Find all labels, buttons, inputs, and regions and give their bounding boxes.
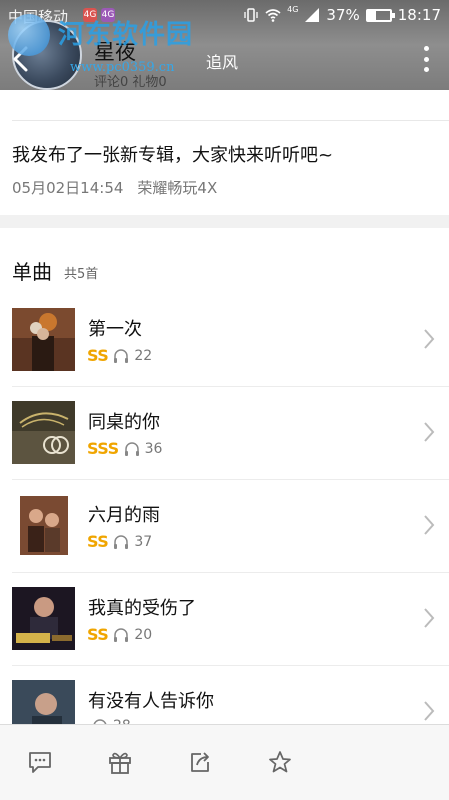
- battery-percent: 37%: [326, 6, 360, 24]
- follow-button[interactable]: 追风: [206, 49, 238, 73]
- profile-stats: 评论0 礼物0: [94, 75, 167, 90]
- more-dot-icon: [423, 46, 429, 51]
- song-meta: SS 22: [87, 346, 152, 365]
- song-row[interactable]: 同桌的你 SSS 36: [0, 387, 449, 480]
- chevron-right-icon: [424, 422, 435, 442]
- song-row[interactable]: 六月的雨 SS 37: [0, 480, 449, 573]
- back-button[interactable]: [10, 44, 32, 74]
- divider: [12, 120, 449, 121]
- more-options-button[interactable]: [416, 44, 436, 74]
- play-count: 22: [134, 347, 153, 364]
- quality-badge: SSS: [87, 439, 119, 458]
- gift-button[interactable]: [105, 747, 135, 777]
- comment-icon: [29, 752, 51, 773]
- play-count: 20: [134, 626, 153, 643]
- chevron-right-icon: [424, 329, 435, 349]
- song-meta: SS 20: [87, 625, 152, 644]
- battery-icon: [365, 8, 395, 22]
- clock: 18:17: [397, 6, 441, 24]
- share-icon: [191, 752, 209, 772]
- bottom-toolbar: [0, 724, 449, 800]
- song-row[interactable]: 第一次 SS 22: [0, 294, 449, 387]
- share-button[interactable]: [185, 747, 215, 777]
- song-title: 有没有人告诉你: [88, 691, 214, 712]
- comment-button[interactable]: [25, 747, 55, 777]
- album-cover-image: [12, 494, 75, 557]
- album-cover-image: [12, 401, 75, 464]
- status-bar: 中国移动 4G 4G 4G 37% 18:17: [0, 0, 449, 30]
- sim1-badge: 4G: [83, 8, 97, 22]
- play-count: 36: [144, 440, 163, 457]
- post-meta: 05月02日14:54 荣耀畅玩4X: [12, 177, 217, 198]
- song-title: 我真的受伤了: [88, 598, 196, 619]
- post-time: 05月02日14:54: [12, 179, 124, 197]
- signal-icon: [305, 8, 320, 22]
- play-count: 37: [134, 533, 153, 550]
- headphone-icon: [114, 534, 129, 549]
- star-icon: [269, 751, 291, 773]
- headphone-icon: [114, 627, 129, 642]
- profile-name: 星夜: [94, 40, 136, 64]
- network-type-label: 4G: [287, 4, 299, 14]
- song-title: 六月的雨: [88, 505, 160, 526]
- song-row[interactable]: 有没有人告诉你 28: [0, 666, 449, 728]
- album-cover-image: [12, 680, 75, 728]
- post-device: 荣耀畅玩4X: [137, 179, 218, 197]
- song-meta: SS 37: [87, 532, 152, 551]
- section-title: 单曲: [12, 260, 52, 284]
- section-count: 共5首: [64, 267, 99, 282]
- song-row[interactable]: 我真的受伤了 SS 20: [0, 573, 449, 666]
- wifi-icon: [265, 9, 281, 22]
- headphone-icon: [114, 348, 129, 363]
- profile-header: 中国移动 4G 4G 4G 37% 18:17 星夜 评论0 礼物0 追风 河东…: [0, 0, 449, 90]
- chevron-right-icon: [424, 608, 435, 628]
- quality-badge: SS: [87, 625, 109, 644]
- more-dot-icon: [423, 67, 429, 72]
- chevron-right-icon: [424, 701, 435, 721]
- headphone-icon: [124, 441, 139, 456]
- battery-fill: [367, 10, 376, 20]
- gift-icon: [109, 752, 131, 774]
- post-card: 我发布了一张新专辑，大家快来听听吧~ 05月02日14:54 荣耀畅玩4X: [0, 90, 449, 215]
- song-title: 同桌的你: [88, 412, 160, 433]
- songs-section: 单曲 共5首 第一次 SS 22 同桌的你 SSS 36 六月的雨 SS 37 …: [0, 228, 449, 728]
- quality-badge: SS: [87, 346, 109, 365]
- status-right-group: 4G 37% 18:17: [243, 4, 441, 24]
- post-text: 我发布了一张新专辑，大家快来听听吧~: [12, 145, 334, 166]
- album-cover-image: [12, 587, 75, 650]
- more-dot-icon: [423, 56, 429, 62]
- sim2-badge: 4G: [101, 8, 115, 22]
- song-meta: SSS 36: [87, 439, 162, 458]
- album-cover-image: [12, 308, 75, 371]
- chevron-right-icon: [424, 515, 435, 535]
- favorite-button[interactable]: [265, 747, 295, 777]
- quality-badge: SS: [87, 532, 109, 551]
- vibrate-icon: [244, 8, 258, 22]
- song-title: 第一次: [88, 319, 142, 340]
